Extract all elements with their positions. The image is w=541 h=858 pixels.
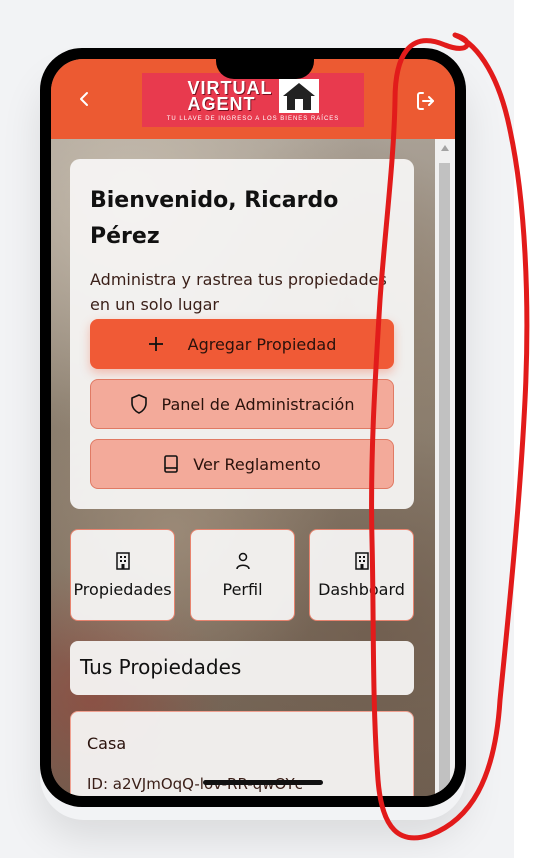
welcome-title: Bienvenido, Ricardo Pérez — [90, 188, 339, 249]
properties-heading: Tus Propiedades — [70, 641, 414, 695]
view-rules-label: Ver Reglamento — [193, 454, 321, 474]
home-indicator — [203, 780, 323, 785]
quick-link-label: Dashboard — [318, 579, 405, 599]
chevron-left-icon — [80, 92, 88, 106]
scroll-up-arrow-icon[interactable] — [441, 145, 449, 151]
back-button[interactable] — [75, 87, 95, 111]
building-icon — [115, 551, 130, 570]
quick-link-properties[interactable]: Propiedades — [70, 529, 175, 621]
add-property-button[interactable]: Agregar Propiedad — [90, 319, 394, 369]
quick-link-label: Perfil — [222, 579, 263, 599]
phone-notch — [216, 59, 314, 79]
scrollbar[interactable] — [435, 139, 455, 796]
phone-screen: VIRTUAL AGENT TU LLAVE DE INGRESO A LOS … — [51, 59, 455, 796]
house-icon — [278, 78, 319, 113]
app-logo: VIRTUAL AGENT TU LLAVE DE INGRESO A LOS … — [142, 73, 364, 127]
phone-frame: VIRTUAL AGENT TU LLAVE DE INGRESO A LOS … — [40, 48, 466, 807]
logo-tagline: TU LLAVE DE INGRESO A LOS BIENES RAÍCES — [166, 115, 340, 122]
quick-link-label: Propiedades — [73, 579, 172, 599]
logout-button[interactable] — [414, 89, 438, 113]
plus-icon — [148, 336, 164, 352]
building-icon — [354, 551, 369, 570]
quick-link-dashboard[interactable]: Dashboard — [309, 529, 414, 621]
user-icon — [235, 552, 251, 570]
quick-link-profile[interactable]: Perfil — [190, 529, 295, 621]
welcome-subtitle: Administra y rastrea tus propiedades en … — [90, 270, 387, 314]
view-rules-button[interactable]: Ver Reglamento — [90, 439, 394, 489]
shield-icon — [130, 394, 148, 414]
logout-icon — [417, 92, 434, 110]
book-icon — [163, 455, 179, 473]
add-property-label: Agregar Propiedad — [187, 334, 337, 354]
admin-panel-button[interactable]: Panel de Administración — [90, 379, 394, 429]
admin-panel-label: Panel de Administración — [161, 394, 355, 414]
property-name: Casa — [87, 734, 127, 753]
logo-line-2: AGENT — [187, 93, 256, 114]
welcome-card: Bienvenido, Ricardo Pérez Administra y r… — [70, 159, 414, 509]
scrollbar-thumb[interactable] — [439, 163, 450, 793]
quick-links: Propiedades Perfil Dashboard — [70, 529, 414, 621]
